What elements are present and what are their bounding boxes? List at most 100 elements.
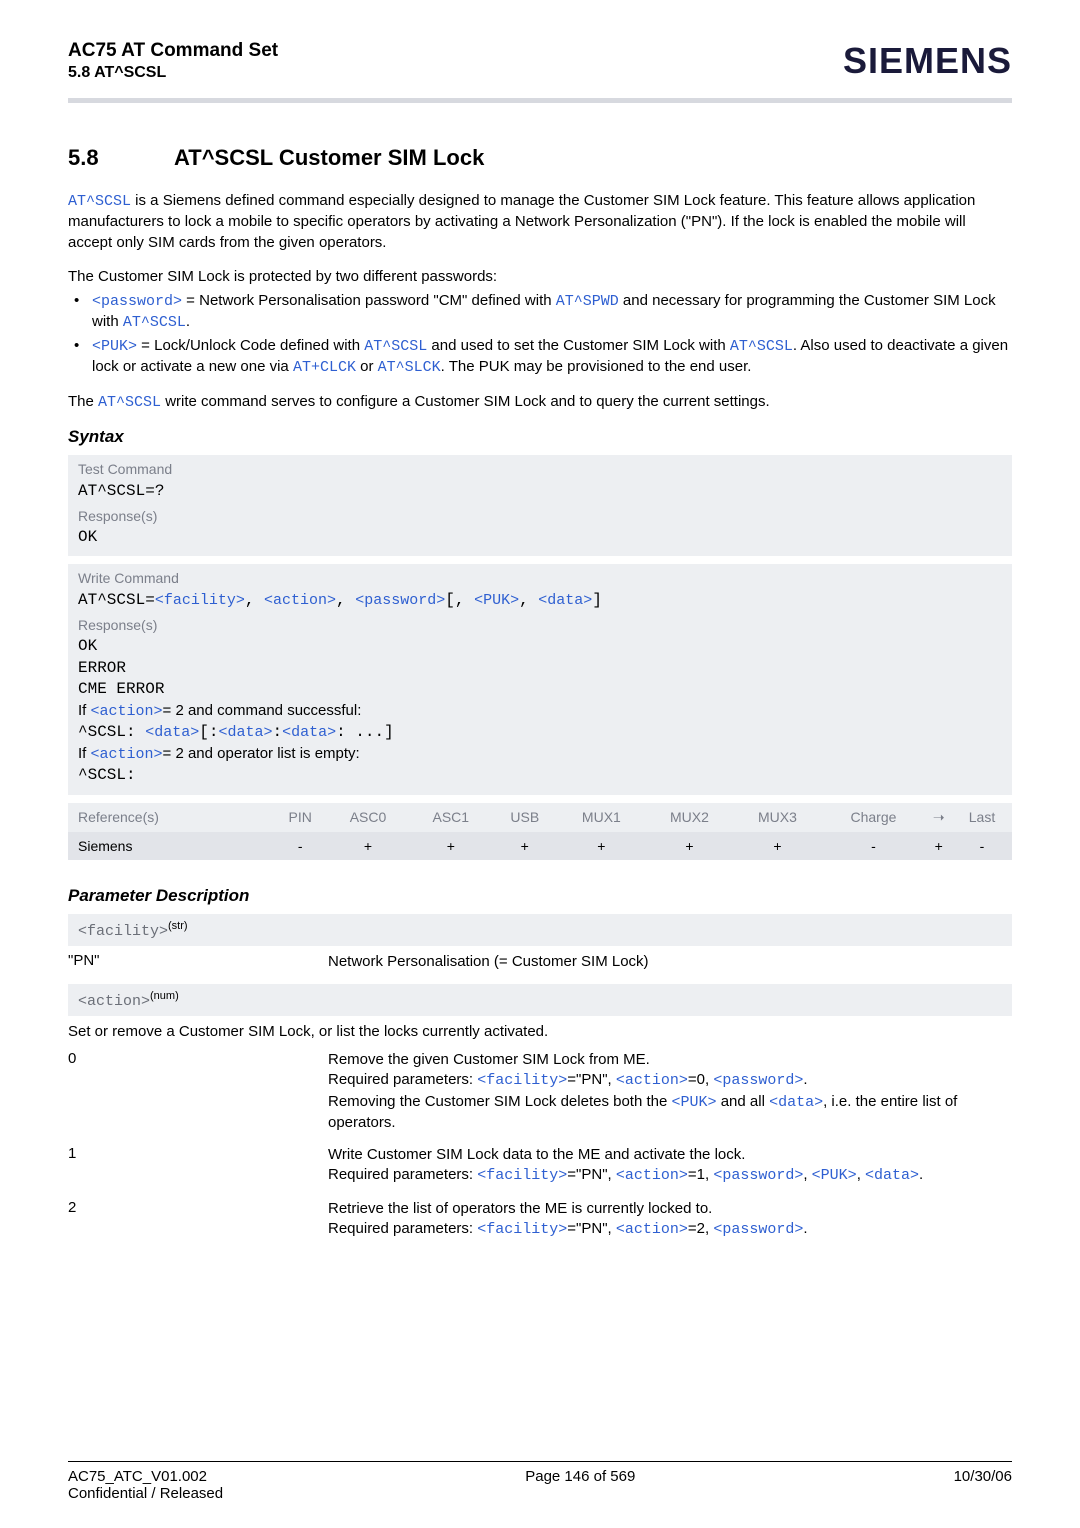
resp-if-2: If <action>= 2 and operator list is empt… (78, 744, 1002, 765)
p-data-b[interactable]: <data> (865, 1167, 919, 1184)
doc-subtitle: 5.8 AT^SCSL (68, 64, 278, 82)
resp-ok: OK (78, 636, 1002, 658)
p-password-a[interactable]: <password> (713, 1072, 803, 1089)
action-sup: (num) (150, 990, 179, 1002)
ref-col-3: ASC1 (409, 803, 492, 832)
ref-col-8: Charge (822, 803, 926, 832)
ref-col-0: Reference(s) (68, 803, 274, 832)
action-row-0: 0 Remove the given Customer SIM Lock fro… (68, 1050, 1012, 1133)
p-password[interactable]: <password> (355, 592, 445, 609)
header-rule (68, 98, 1012, 103)
action-0-val: Remove the given Customer SIM Lock from … (328, 1050, 1012, 1133)
p-password-b[interactable]: <password> (713, 1167, 803, 1184)
action-1-key: 1 (68, 1145, 328, 1187)
footer-center: Page 146 of 569 (525, 1468, 635, 1485)
ref-cell-3: + (409, 832, 492, 860)
page: AC75 AT Command Set 5.8 AT^SCSL SIEMENS … (0, 0, 1080, 1528)
resp-cme: CME ERROR (78, 679, 1002, 701)
test-ok: OK (78, 527, 1002, 549)
write-label: Write Command (78, 570, 1002, 586)
page-footer: AC75_ATC_V01.002 Page 146 of 569 10/30/0… (68, 1461, 1012, 1502)
ref-cell-0: Siemens (68, 832, 274, 860)
p-action-3[interactable]: <action> (91, 746, 163, 763)
write-cmd: AT^SCSL=<facility>, <action>, <password>… (78, 590, 1002, 612)
p-puk-a[interactable]: <PUK> (672, 1094, 717, 1111)
ref-col-7: MUX3 (733, 803, 821, 832)
facility-row: "PN" Network Personalisation (= Customer… (68, 952, 1012, 972)
header-left: AC75 AT Command Set 5.8 AT^SCSL (68, 40, 278, 82)
ref-cell-10: - (952, 832, 1012, 860)
p-action-2[interactable]: <action> (91, 703, 163, 720)
cmd-atscsl-1[interactable]: AT^SCSL (123, 314, 186, 331)
p-data-2[interactable]: <data> (218, 724, 272, 741)
resp-scsl-empty: ^SCSL: (78, 765, 1002, 787)
p-action-c[interactable]: <action> (616, 1221, 688, 1238)
test-command-box: Test Command AT^SCSL=? Response(s) OK (68, 455, 1012, 556)
p-data-1[interactable]: <data> (145, 724, 199, 741)
action-head: <action>(num) (68, 984, 1012, 1016)
ref-head-row: Reference(s) PIN ASC0 ASC1 USB MUX1 MUX2… (68, 803, 1012, 832)
param-password[interactable]: <password> (92, 293, 182, 310)
p-data-3[interactable]: <data> (282, 724, 336, 741)
facility-tag: <facility> (78, 923, 168, 940)
cmd-atscsl-2[interactable]: AT^SCSL (364, 338, 427, 355)
p-action[interactable]: <action> (264, 592, 336, 609)
cmd-link[interactable]: AT^SCSL (68, 193, 131, 210)
section-number: 5.8 (68, 145, 174, 171)
ref-col-2: ASC0 (327, 803, 410, 832)
siemens-logo: SIEMENS (843, 40, 1012, 82)
p-data[interactable]: <data> (538, 592, 592, 609)
p-puk[interactable]: <PUK> (474, 592, 519, 609)
ref-cell-4: + (492, 832, 557, 860)
cmd-atscsl-4[interactable]: AT^SCSL (98, 394, 161, 411)
ref-col-4: USB (492, 803, 557, 832)
ref-cell-8: - (822, 832, 926, 860)
intro-para-1: AT^SCSL is a Siemens defined command esp… (68, 191, 1012, 253)
footer-left-1: AC75_ATC_V01.002 (68, 1468, 207, 1485)
action-1-val: Write Customer SIM Lock data to the ME a… (328, 1145, 1012, 1187)
facility-val: Network Personalisation (= Customer SIM … (328, 952, 1012, 972)
p-action-b[interactable]: <action> (616, 1167, 688, 1184)
ref-cell-7: + (733, 832, 821, 860)
facility-sup: (str) (168, 920, 188, 932)
test-response-label: Response(s) (78, 508, 1002, 524)
p-facility-c[interactable]: <facility> (477, 1221, 567, 1238)
bullet-2: <PUK> = Lock/Unlock Code defined with AT… (68, 336, 1012, 379)
footer-left-2: Confidential / Released (68, 1485, 1012, 1502)
password-list: <password> = Network Personalisation pas… (68, 291, 1012, 378)
resp-error: ERROR (78, 658, 1002, 680)
p-facility-a[interactable]: <facility> (477, 1072, 567, 1089)
p-data-a[interactable]: <data> (769, 1094, 823, 1111)
ref-body-row: Siemens - + + + + + + - + - (68, 832, 1012, 860)
write-response-label: Response(s) (78, 617, 1002, 633)
action-0-key: 0 (68, 1050, 328, 1133)
cmd-atclck[interactable]: AT+CLCK (293, 359, 356, 376)
action-tag: <action> (78, 993, 150, 1010)
section-heading: 5.8AT^SCSL Customer SIM Lock (68, 145, 1012, 171)
cmd-atscsl-3[interactable]: AT^SCSL (730, 338, 793, 355)
action-2-val: Retrieve the list of operators the ME is… (328, 1199, 1012, 1241)
ref-col-6: MUX2 (645, 803, 733, 832)
p-puk-b[interactable]: <PUK> (812, 1167, 857, 1184)
p-password-c[interactable]: <password> (713, 1221, 803, 1238)
section-title: AT^SCSL Customer SIM Lock (174, 145, 484, 170)
intro-para-3: The AT^SCSL write command serves to conf… (68, 392, 1012, 413)
cmd-atspwd[interactable]: AT^SPWD (556, 293, 619, 310)
facility-key: "PN" (68, 952, 328, 972)
doc-title: AC75 AT Command Set (68, 40, 278, 62)
ref-cell-6: + (645, 832, 733, 860)
intro-text-1: is a Siemens defined command especially … (68, 192, 975, 251)
test-label: Test Command (78, 461, 1002, 477)
action-2-key: 2 (68, 1199, 328, 1241)
p-facility-b[interactable]: <facility> (477, 1167, 567, 1184)
ref-cell-9: + (925, 832, 952, 860)
ref-col-1: PIN (274, 803, 327, 832)
p-facility[interactable]: <facility> (155, 592, 245, 609)
param-puk[interactable]: <PUK> (92, 338, 137, 355)
cmd-atslck[interactable]: AT^SLCK (378, 359, 441, 376)
p-action-a[interactable]: <action> (616, 1072, 688, 1089)
page-header: AC75 AT Command Set 5.8 AT^SCSL SIEMENS (68, 40, 1012, 82)
test-cmd: AT^SCSL=? (78, 481, 1002, 503)
footer-rule (68, 1461, 1012, 1462)
footer-right: 10/30/06 (954, 1468, 1012, 1485)
